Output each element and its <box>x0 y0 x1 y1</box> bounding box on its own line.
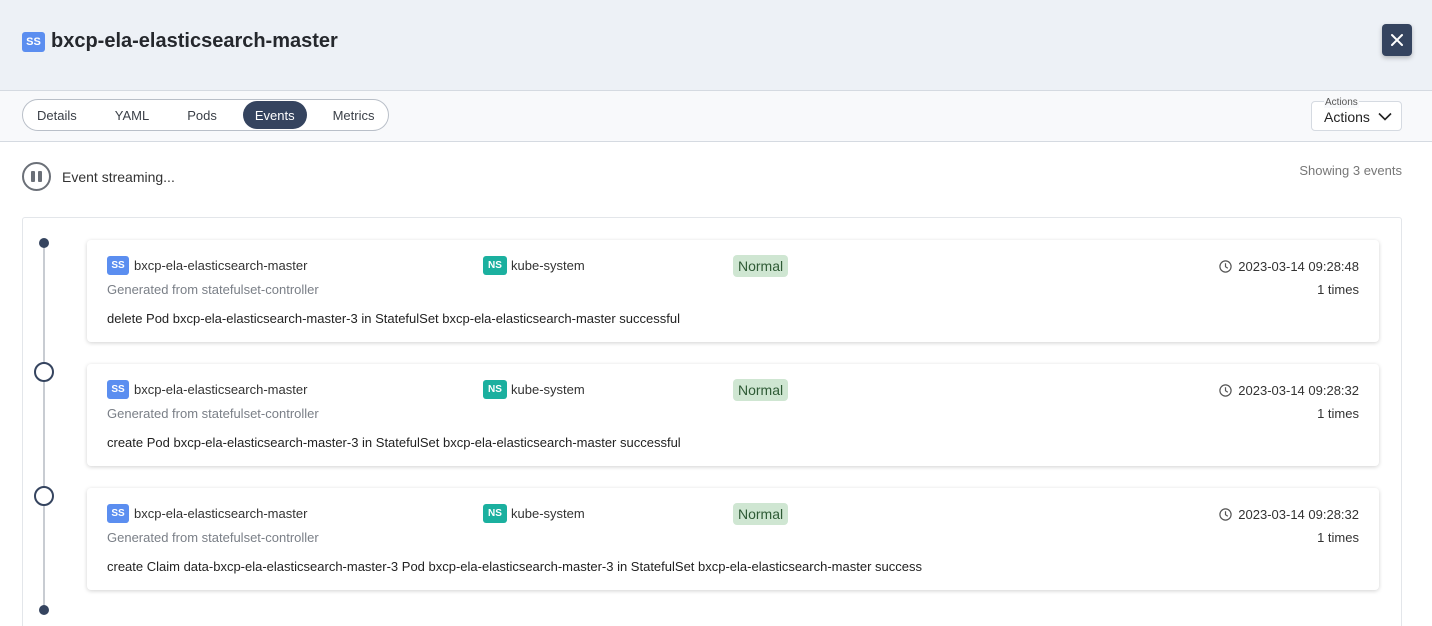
namespace-badge: NS <box>483 380 507 399</box>
event-timestamp: 2023-03-14 09:28:32 <box>1219 383 1359 398</box>
pause-stream-button[interactable] <box>22 162 51 191</box>
event-resource-name[interactable]: bxcp-ela-elasticsearch-master <box>134 382 307 397</box>
event-card[interactable]: SS bxcp-ela-elasticsearch-master NS kube… <box>87 240 1379 342</box>
namespace-badge: NS <box>483 256 507 275</box>
event-card[interactable]: SS bxcp-ela-elasticsearch-master NS kube… <box>87 364 1379 466</box>
statefulset-badge: SS <box>107 504 129 523</box>
event-message: create Pod bxcp-ela-elasticsearch-master… <box>107 435 681 450</box>
event-message: create Claim data-bxcp-ela-elasticsearch… <box>107 559 922 574</box>
status-badge: Normal <box>733 255 789 277</box>
event-count-times: 1 times <box>1317 282 1359 297</box>
actions-floating-label: Actions <box>1324 97 1359 108</box>
event-timestamp-text: 2023-03-14 09:28:32 <box>1238 507 1359 522</box>
event-message: delete Pod bxcp-ela-elasticsearch-master… <box>107 311 680 326</box>
clock-icon <box>1219 384 1232 397</box>
timeline-marker <box>34 486 54 506</box>
namespace-badge: NS <box>483 504 507 523</box>
close-icon <box>1391 34 1403 46</box>
event-timestamp-text: 2023-03-14 09:28:32 <box>1238 383 1359 398</box>
actions-selected-value: Actions <box>1324 109 1370 125</box>
page-title: bxcp-ela-elasticsearch-master <box>51 30 338 52</box>
event-source: Generated from statefulset-controller <box>107 530 319 545</box>
timeline-line <box>43 243 45 610</box>
event-card[interactable]: SS bxcp-ela-elasticsearch-master NS kube… <box>87 488 1379 590</box>
event-namespace[interactable]: kube-system <box>511 258 585 273</box>
pause-icon <box>30 171 44 182</box>
tab-details[interactable]: Details <box>25 101 89 129</box>
clock-icon <box>1219 260 1232 273</box>
timeline-end-dot <box>39 605 49 615</box>
tab-group: Details YAML Pods Events Metrics <box>22 99 390 131</box>
event-resource-name[interactable]: bxcp-ela-elasticsearch-master <box>134 258 307 273</box>
close-button[interactable] <box>1382 24 1412 56</box>
stream-status: Event streaming... <box>62 169 175 185</box>
tab-bar: Details YAML Pods Events Metrics Actions… <box>0 91 1432 142</box>
event-source: Generated from statefulset-controller <box>107 406 319 421</box>
statefulset-badge: SS <box>107 380 129 399</box>
tab-metrics[interactable]: Metrics <box>321 101 387 129</box>
tab-yaml[interactable]: YAML <box>103 101 161 129</box>
statefulset-badge: SS <box>22 32 45 52</box>
chevron-down-icon <box>1378 112 1392 121</box>
event-timestamp: 2023-03-14 09:28:48 <box>1219 259 1359 274</box>
event-source: Generated from statefulset-controller <box>107 282 319 297</box>
actions-dropdown[interactable]: Actions Actions <box>1311 97 1402 131</box>
timeline-marker <box>34 362 54 382</box>
event-count: Showing 3 events <box>1299 163 1402 178</box>
event-count-times: 1 times <box>1317 406 1359 421</box>
event-namespace[interactable]: kube-system <box>511 506 585 521</box>
status-badge: Normal <box>733 503 789 525</box>
page-header: SS bxcp-ela-elasticsearch-master <box>0 0 1432 91</box>
tab-events[interactable]: Events <box>242 101 307 129</box>
event-count-times: 1 times <box>1317 530 1359 545</box>
event-namespace[interactable]: kube-system <box>511 382 585 397</box>
timeline-start-dot <box>39 238 49 248</box>
statefulset-badge: SS <box>107 256 129 275</box>
clock-icon <box>1219 508 1232 521</box>
event-timestamp-text: 2023-03-14 09:28:48 <box>1238 259 1359 274</box>
tab-pods[interactable]: Pods <box>175 101 229 129</box>
event-resource-name[interactable]: bxcp-ela-elasticsearch-master <box>134 506 307 521</box>
event-timestamp: 2023-03-14 09:28:32 <box>1219 507 1359 522</box>
status-badge: Normal <box>733 379 789 401</box>
